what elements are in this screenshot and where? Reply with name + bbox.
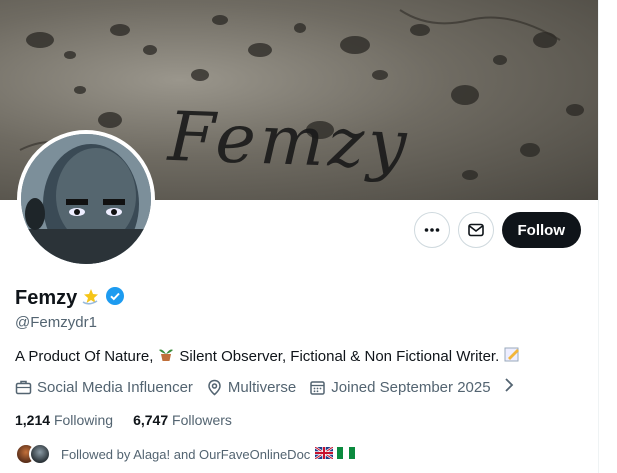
meta-joined: Joined September 2025 xyxy=(309,378,491,396)
memo-icon xyxy=(503,345,521,367)
followers-count: 6,747 xyxy=(133,412,169,428)
dizzy-emoji-icon xyxy=(81,286,101,311)
avatar-photo xyxy=(21,134,151,264)
name-row: Femzy xyxy=(15,286,125,311)
following-count: 1,214 xyxy=(15,412,51,428)
nigeria-flag-icon xyxy=(337,446,356,462)
location-label: Multiverse xyxy=(227,378,297,396)
joined-label: Joined September 2025 xyxy=(331,378,491,396)
banner-text: Femzy xyxy=(166,97,412,186)
mutual-avatar-2 xyxy=(29,443,51,465)
bio: A Product Of Nature, Silent Observer, Fi… xyxy=(15,345,521,367)
followed-by-text: Followed by Alaga! and OurFaveOnlineDoc xyxy=(61,446,311,462)
uk-flag-icon xyxy=(314,445,334,462)
profile-meta: Social Media Influencer Multiverse Joine… xyxy=(15,377,514,397)
bio-text-end: Silent Observer, Fictional & Non Fiction… xyxy=(179,347,500,365)
bio-text-start: A Product Of Nature, xyxy=(15,347,154,365)
right-gutter xyxy=(598,0,617,473)
profile-actions: Follow xyxy=(413,212,581,248)
handle: @Femzydr1 xyxy=(15,314,97,331)
follow-button[interactable]: Follow xyxy=(501,212,581,248)
category-label: Social Media Influencer xyxy=(37,378,193,396)
calendar-icon xyxy=(310,380,326,395)
following-label: Following xyxy=(53,412,114,428)
location-pin-icon xyxy=(208,379,221,395)
follow-stats: 1,214 Following 6,747 Followers xyxy=(15,412,232,428)
potted-plant-icon xyxy=(157,345,175,367)
verified-badge-icon[interactable] xyxy=(105,286,125,311)
following-link[interactable]: 1,214 Following xyxy=(15,412,113,428)
chevron-right-icon[interactable] xyxy=(504,377,514,397)
profile-page: Femzy Follow Femzy @Femzydr1 A Product O… xyxy=(0,0,598,473)
avatar[interactable] xyxy=(17,130,155,268)
display-name: Femzy xyxy=(15,287,78,309)
message-button[interactable] xyxy=(457,212,494,248)
followers-link[interactable]: 6,747 Followers xyxy=(133,412,232,428)
message-icon xyxy=(467,223,484,237)
meta-location: Multiverse xyxy=(206,379,296,396)
more-icon xyxy=(424,228,439,232)
meta-category: Social Media Influencer xyxy=(15,379,193,396)
followed-by[interactable]: Followed by Alaga! and OurFaveOnlineDoc xyxy=(15,443,356,465)
briefcase-icon xyxy=(15,380,32,394)
followers-label: Followers xyxy=(172,412,232,428)
more-button[interactable] xyxy=(413,212,450,248)
